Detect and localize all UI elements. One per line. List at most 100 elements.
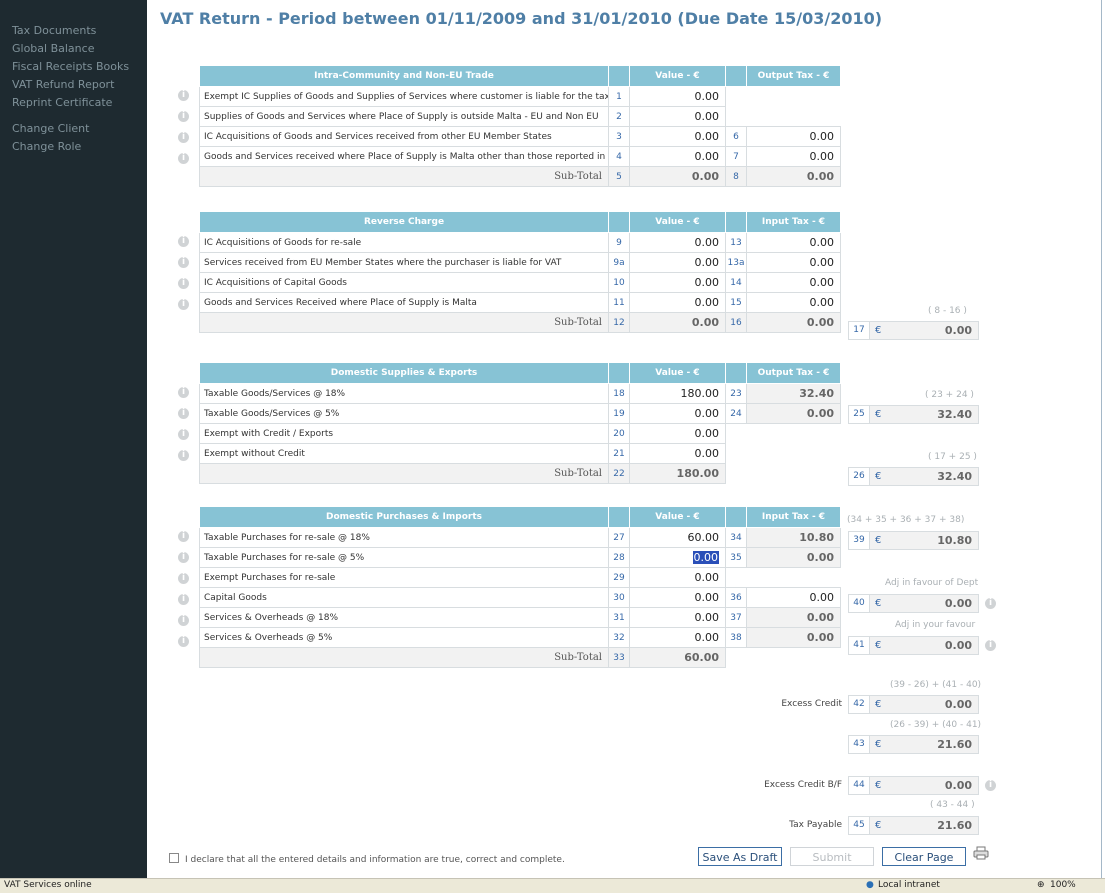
value-input[interactable]: 0.00 xyxy=(629,627,726,648)
value-input[interactable]: 0.00 xyxy=(629,272,726,293)
box-number: 28 xyxy=(608,547,630,568)
value-input[interactable]: 0.00 xyxy=(629,252,726,273)
save-draft-button[interactable]: Save As Draft xyxy=(698,847,782,866)
sidebar-item-vat-refund-report[interactable]: VAT Refund Report xyxy=(12,78,114,91)
tax-input[interactable]: 0.00 xyxy=(746,252,841,273)
scrollbar[interactable] xyxy=(1101,0,1102,878)
tax-input[interactable]: 0.00 xyxy=(746,146,841,167)
box-44[interactable]: 44 €0.00 xyxy=(848,776,979,795)
tax-input[interactable]: 0.00 xyxy=(746,126,841,147)
sidebar-item-global-balance[interactable]: Global Balance xyxy=(12,42,94,55)
table-row: Exempt IC Supplies of Goods and Supplies… xyxy=(199,86,841,107)
tax-box-number: 23 xyxy=(725,383,747,404)
info-icon[interactable]: i xyxy=(178,236,189,247)
empty-cell xyxy=(726,568,747,588)
info-icon[interactable]: i xyxy=(178,90,189,101)
value-input[interactable]: 60.00 xyxy=(629,527,726,548)
info-icon[interactable]: i xyxy=(178,257,189,268)
zoom-level[interactable]: 100% xyxy=(1050,880,1076,890)
zoom-icon[interactable]: ⊕ xyxy=(1037,880,1045,890)
info-icon[interactable]: i xyxy=(178,429,189,440)
tax-calculated: 32.40 xyxy=(746,383,841,404)
submit-button[interactable]: Submit xyxy=(790,847,874,866)
row-description: Taxable Purchases for re-sale @ 18% xyxy=(199,527,609,548)
tax-input[interactable]: 0.00 xyxy=(746,272,841,293)
label-excess-credit: Excess Credit xyxy=(781,699,842,709)
header-spacer xyxy=(608,65,630,87)
box-40[interactable]: 40 €0.00 xyxy=(848,594,979,613)
header-spacer xyxy=(725,65,747,87)
value-input[interactable]: 0.00 xyxy=(629,146,726,167)
info-icon[interactable]: i xyxy=(178,132,189,143)
info-icon[interactable]: i xyxy=(178,278,189,289)
subtotal-value: 0.00 xyxy=(629,166,726,187)
row-description: Goods and Services received where Place … xyxy=(199,146,609,167)
row-description: Goods and Services Received where Place … xyxy=(199,292,609,313)
declaration[interactable]: I declare that all the entered details a… xyxy=(169,853,565,865)
value-input[interactable]: 0.00 xyxy=(629,232,726,253)
subtotal-value: 0.00 xyxy=(629,312,726,333)
value-input[interactable]: 0.00 xyxy=(629,106,726,127)
sidebar-item-change-role[interactable]: Change Role xyxy=(12,140,81,153)
tax-input[interactable]: 0.00 xyxy=(746,232,841,253)
info-icon[interactable]: i xyxy=(178,387,189,398)
info-icon[interactable]: i xyxy=(178,552,189,563)
value-input[interactable]: 0.00 xyxy=(629,607,726,628)
formula-box-26: ( 17 + 25 ) xyxy=(928,452,977,462)
box-number: 20 xyxy=(608,423,630,444)
tax-calculated: 0.00 xyxy=(746,547,841,568)
sidebar-item-tax-documents[interactable]: Tax Documents xyxy=(12,24,96,37)
empty-cell xyxy=(747,444,841,464)
value-input[interactable]: 180.00 xyxy=(629,383,726,404)
tax-box-number: 8 xyxy=(725,166,747,187)
value-input[interactable]: 0.00 xyxy=(629,126,726,147)
table-row: Goods and Services received where Place … xyxy=(199,146,841,167)
subtotal-label: Sub-Total xyxy=(199,166,609,187)
tax-input[interactable]: 0.00 xyxy=(746,587,841,608)
tax-calculated: 0.00 xyxy=(746,627,841,648)
print-icon[interactable] xyxy=(973,846,989,860)
info-icon[interactable]: i xyxy=(985,598,996,609)
info-icon[interactable]: i xyxy=(178,111,189,122)
tax-header: Output Tax - € xyxy=(746,362,841,384)
sidebar-item-fiscal-receipts-books[interactable]: Fiscal Receipts Books xyxy=(12,60,129,73)
info-icon[interactable]: i xyxy=(178,299,189,310)
info-icon[interactable]: i xyxy=(178,636,189,647)
value-input[interactable]: 0.00 xyxy=(629,567,726,588)
box-number: 29 xyxy=(608,567,630,588)
subtotal-label: Sub-Total xyxy=(199,647,609,668)
tax-box-number: 13a xyxy=(725,252,747,273)
info-icon[interactable]: i xyxy=(178,450,189,461)
info-icon[interactable]: i xyxy=(178,573,189,584)
box-26: 26 €32.40 xyxy=(848,467,979,486)
box-41[interactable]: 41 €0.00 xyxy=(848,636,979,655)
info-icon[interactable]: i xyxy=(178,615,189,626)
info-icon[interactable]: i xyxy=(178,531,189,542)
label-tax-payable: Tax Payable xyxy=(789,820,842,830)
sidebar-item-change-client[interactable]: Change Client xyxy=(12,122,89,135)
info-icon[interactable]: i xyxy=(178,153,189,164)
box-number: 3 xyxy=(608,126,630,147)
info-icon[interactable]: i xyxy=(985,640,996,651)
box-39: 39 €10.80 xyxy=(848,531,979,550)
value-input[interactable]: 0.00 xyxy=(629,547,726,568)
value-input[interactable]: 0.00 xyxy=(629,587,726,608)
info-icon[interactable]: i xyxy=(178,594,189,605)
table-row: Exempt without Credit 21 0.00 xyxy=(199,443,841,464)
sidebar-item-reprint-certificate[interactable]: Reprint Certificate xyxy=(12,96,112,109)
value-input[interactable]: 0.00 xyxy=(629,292,726,313)
box-45: 45 €21.60 xyxy=(848,816,979,835)
info-icon[interactable]: i xyxy=(178,408,189,419)
value-header: Value - € xyxy=(629,362,726,384)
value-input[interactable]: 0.00 xyxy=(629,423,726,444)
value-input[interactable]: 0.00 xyxy=(629,403,726,424)
tax-input[interactable]: 0.00 xyxy=(746,292,841,313)
table-row: Services & Overheads @ 18% 31 0.00 37 0.00 xyxy=(199,607,841,628)
declaration-checkbox[interactable] xyxy=(169,853,179,863)
value-input[interactable]: 0.00 xyxy=(629,443,726,464)
box-number: 2 xyxy=(608,106,630,127)
subtotal-row: Sub-Total 5 0.00 8 0.00 xyxy=(199,166,841,187)
clear-page-button[interactable]: Clear Page xyxy=(882,847,966,866)
info-icon[interactable]: i xyxy=(985,780,996,791)
value-input[interactable]: 0.00 xyxy=(629,86,726,107)
